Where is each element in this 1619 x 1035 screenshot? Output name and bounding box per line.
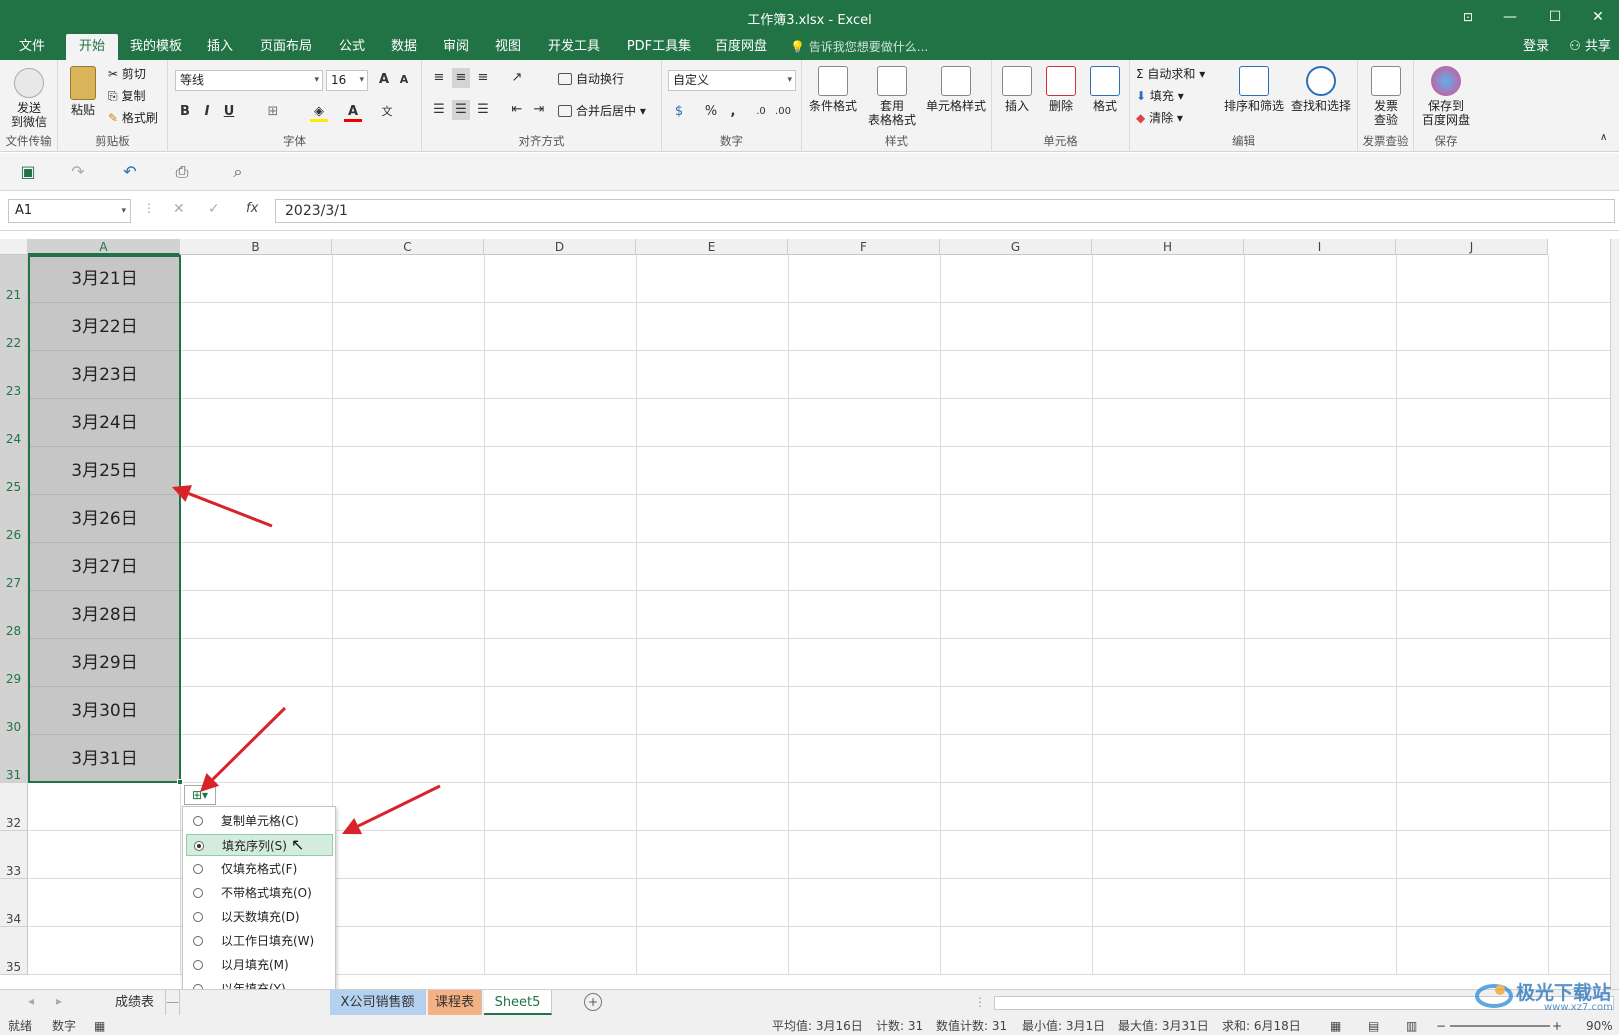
red-arrow [211,706,287,781]
annotation-arrows [172,485,441,835]
excel-window: 工作簿3.xlsx - Excel ⊡ — ☐ ✕ 文件 开始 我的模板 插入 … [0,0,1619,1035]
red-arrow [188,492,273,528]
red-arrow [357,784,441,828]
